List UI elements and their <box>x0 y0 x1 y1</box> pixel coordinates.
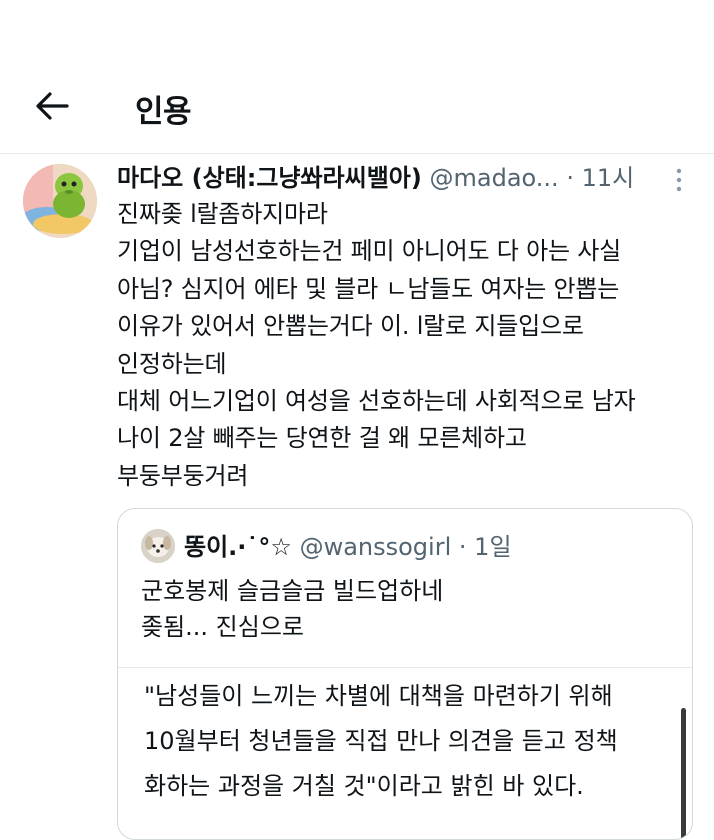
tweet-text: 진짜좆 l랄좀하지마라 기업이 남성선호하는건 페미 아니어도 다 아는 사실 … <box>117 196 707 495</box>
tweet-line: 이유가 있어서 안뽑는거다 이. l랄로 지들입으로 <box>117 312 584 341</box>
tweet-line: 진짜좆 l랄좀하지마라 <box>117 200 328 228</box>
author-handle[interactable]: @madao... <box>430 164 559 192</box>
quote-author-name[interactable]: 똥이.·˙°☆ <box>184 533 292 561</box>
tweet-line: 나이 2살 빼주는 당연한 걸 왜 모른체하고 <box>117 424 527 453</box>
scrollbar[interactable] <box>681 708 686 839</box>
puppy-avatar-icon <box>141 529 175 563</box>
tweet-header: 마다오 (상태:그냥쏴라씨밸아) @madao... · 11시 <box>117 160 707 196</box>
quote-timestamp[interactable]: 1일 <box>474 533 511 561</box>
quote-line: 좆됨... 진심으로 <box>141 613 304 641</box>
green-character-avatar-icon <box>23 164 97 238</box>
tweet-line: 대체 어느기업이 여성을 선호하는데 사회적으로 남자 <box>117 387 636 416</box>
quote-separator-dot: · <box>458 533 467 561</box>
tweet-line: 부둥부둥거려 <box>117 461 249 490</box>
media-text-line: "남성들이 느끼는 차별에 대책을 마련하기 위해 <box>144 682 613 710</box>
tweet-line: 인정하는데 <box>117 349 227 378</box>
media-text-line: 화하는 과정을 거칠 것"이라고 밝힌 바 있다. <box>144 772 584 800</box>
quoted-tweet-card[interactable]: 똥이.·˙°☆ @wanssogirl · 1일 군호봉제 슬금슬금 빌드업하네… <box>117 508 693 840</box>
tweet-line: 아님? 심지어 에타 및 블라 ㄴ남들도 여자는 안뽑는 <box>117 274 620 303</box>
quote-text: 군호봉제 슬금슬금 빌드업하네 좆됨... 진심으로 <box>141 573 671 645</box>
timestamp[interactable]: 11시 <box>582 164 635 192</box>
top-bar: 인용 <box>0 60 714 152</box>
page-title: 인용 <box>135 94 192 130</box>
back-arrow-icon <box>36 92 69 120</box>
quote-header: 똥이.·˙°☆ @wanssogirl · 1일 <box>184 529 512 565</box>
author-name[interactable]: 마다오 (상태:그냥쏴라씨밸아) <box>117 164 422 192</box>
quote-author-handle[interactable]: @wanssogirl <box>300 533 452 561</box>
header-divider <box>0 153 714 154</box>
media-text-line: 10월부터 청년들을 직접 만나 의견을 듣고 정책 <box>144 727 618 755</box>
back-button[interactable] <box>28 82 76 130</box>
quote-avatar[interactable] <box>141 529 175 563</box>
avatar[interactable] <box>23 164 97 238</box>
more-vertical-icon <box>676 168 682 192</box>
more-button[interactable] <box>664 162 694 198</box>
separator-dot: · <box>566 164 574 192</box>
quote-media-image[interactable]: "남성들이 느끼는 차별에 대책을 마련하기 위해 10월부터 청년들을 직접 … <box>118 667 692 839</box>
tweet-line: 기업이 남성선호하는건 페미 아니어도 다 아는 사실 <box>117 237 622 266</box>
quote-line: 군호봉제 슬금슬금 빌드업하네 <box>141 577 444 605</box>
